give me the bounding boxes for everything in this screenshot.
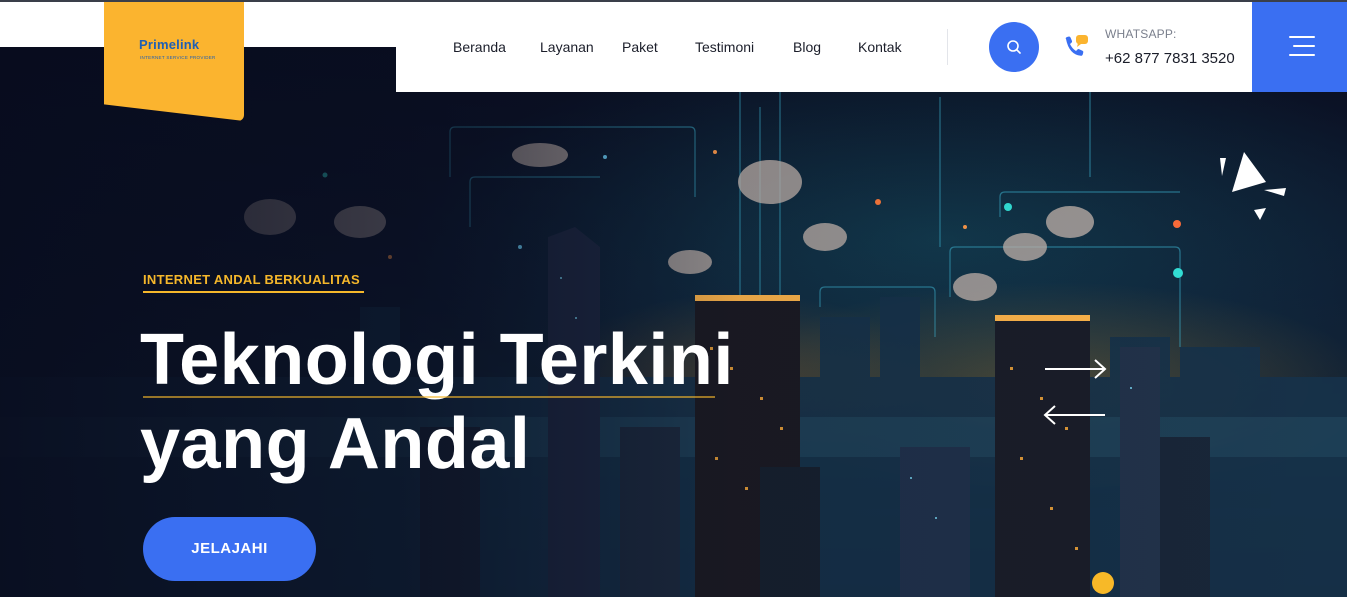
- top-navigation-bar: Beranda Layanan Paket Testimoni Blog Kon…: [396, 2, 1252, 92]
- hero-headline-line2: yang Andal: [140, 404, 531, 484]
- nav-item-beranda[interactable]: Beranda: [453, 39, 506, 55]
- jelajahi-button[interactable]: JELAJAHI: [143, 517, 316, 581]
- nav-item-testimoni[interactable]: Testimoni: [695, 39, 754, 55]
- search-button[interactable]: [989, 22, 1039, 72]
- hamburger-menu-icon: [1289, 54, 1315, 56]
- logo-tagline: INTERNET SERVICE PROVIDER: [140, 55, 216, 60]
- nav-divider: [947, 29, 948, 65]
- phone-chat-icon: [1065, 35, 1088, 56]
- logo-badge[interactable]: [104, 2, 244, 121]
- whatsapp-label: WHATSAPP:: [1105, 27, 1177, 41]
- whatsapp-number[interactable]: +62 877 7831 3520: [1105, 50, 1235, 67]
- nav-item-layanan[interactable]: Layanan: [540, 39, 594, 55]
- arrow-right-icon[interactable]: [1043, 359, 1107, 379]
- nav-item-kontak[interactable]: Kontak: [858, 39, 902, 55]
- decorative-dot: [1092, 572, 1114, 594]
- nav-item-blog[interactable]: Blog: [793, 39, 821, 55]
- hero-headline: Teknologi Terkini yang Andal: [140, 318, 780, 486]
- arrow-left-icon[interactable]: [1043, 405, 1107, 425]
- search-icon: [1007, 40, 1021, 54]
- nav-item-paket[interactable]: Paket: [622, 39, 658, 55]
- hamburger-menu-icon: [1293, 45, 1315, 47]
- hero-eyebrow: INTERNET ANDAL BERKUALITAS: [143, 272, 360, 287]
- hamburger-menu-icon: [1289, 36, 1315, 38]
- hero-eyebrow-underline: [143, 291, 364, 293]
- logo-text[interactable]: Primelink: [139, 37, 199, 52]
- decorative-triangles-icon: [1220, 152, 1286, 220]
- hero-headline-line1: Teknologi Terkini: [140, 320, 734, 400]
- hamburger-menu-button[interactable]: [1252, 2, 1347, 92]
- hero-headline-underline: [143, 396, 715, 398]
